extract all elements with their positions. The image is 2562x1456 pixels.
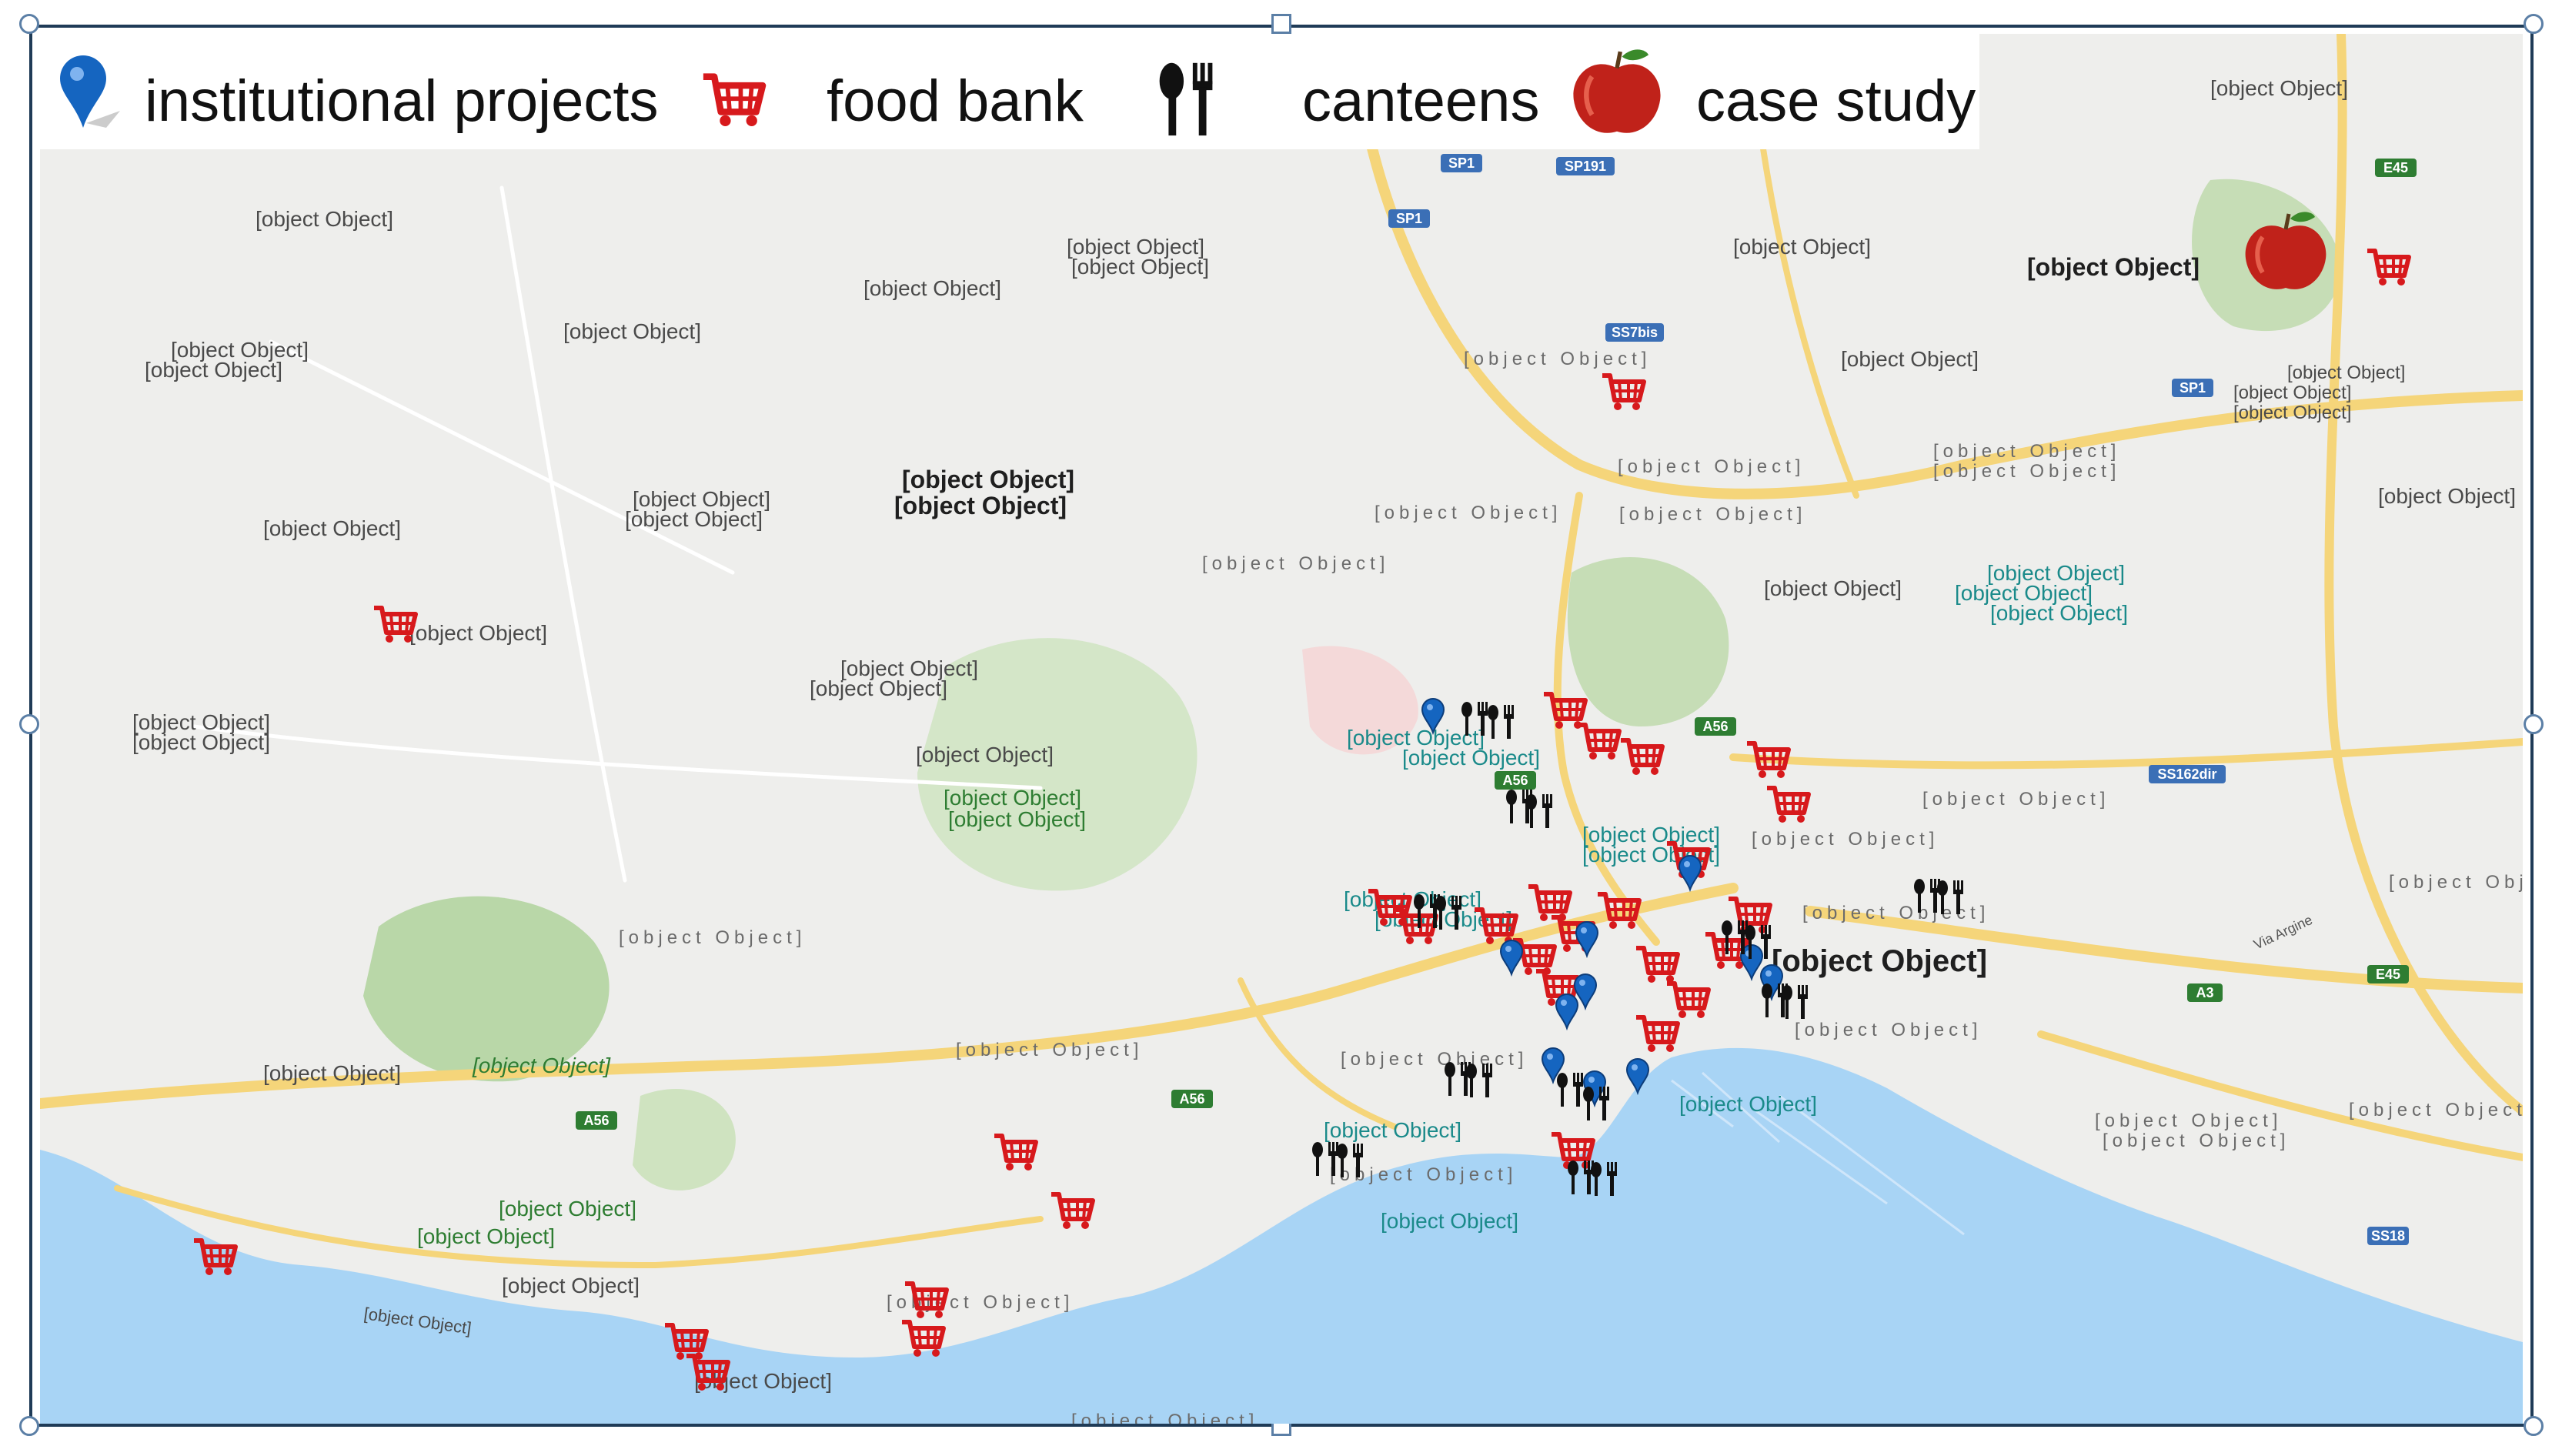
place-label: [object Object] <box>2233 382 2351 403</box>
apple-icon <box>1573 49 1661 133</box>
poi-label: [object Object] <box>1990 601 2128 625</box>
resize-handle-top[interactable] <box>1271 14 1291 34</box>
resize-handle-top-right[interactable] <box>2524 14 2544 34</box>
resize-handle-right[interactable] <box>2524 714 2544 734</box>
district-label: [object Object] <box>956 1040 1143 1060</box>
svg-text:SP191: SP191 <box>1565 159 1606 174</box>
place-label: [object Object] <box>145 358 282 382</box>
resize-handle-left[interactable] <box>19 714 39 734</box>
place-label: [object Object] <box>1071 255 1209 279</box>
place-label: [object Object] <box>502 1274 640 1297</box>
place-label: [object Object] <box>1733 235 1871 259</box>
place-label: [object Object] <box>256 207 393 231</box>
svg-text:A56: A56 <box>1702 719 1728 734</box>
place-label: [object Object] <box>132 730 270 754</box>
place-label: [object Object] <box>863 276 1001 300</box>
park-label: [object Object] <box>948 807 1086 831</box>
district-label: [object Object] <box>2389 872 2523 893</box>
district-label: [object Object] <box>619 927 806 948</box>
district-label: [object Object] <box>2103 1130 2290 1151</box>
resize-handle-bottom-right[interactable] <box>2524 1416 2544 1436</box>
fork-spoon-icon <box>1159 62 1213 136</box>
place-label: [object Object] <box>2287 362 2405 383</box>
poi-label: [object Object] <box>1402 746 1540 770</box>
park-label: [object Object] <box>472 1054 611 1077</box>
road-shield: E45 <box>2375 159 2417 177</box>
place-label: [object Object] <box>894 492 1067 519</box>
svg-text:SP1: SP1 <box>1396 211 1422 226</box>
road-shield: SP1 <box>1441 154 1482 172</box>
legend-label-foodbank: food bank <box>827 68 1084 134</box>
place-label: [object Object] <box>563 319 701 343</box>
district-label: [object Object] <box>2349 1100 2523 1120</box>
place-label: [object Object] <box>1764 576 1902 600</box>
park-label: [object Object] <box>944 786 1081 810</box>
road-shield: SS162dir <box>2149 765 2226 783</box>
poi-label: [object Object] <box>1679 1092 1817 1116</box>
map-pin-icon <box>60 55 120 128</box>
district-label: [object Object] <box>1464 349 1651 369</box>
place-label: [object Object] <box>916 743 1054 766</box>
road-shield: A3 <box>2187 983 2223 1002</box>
district-label: [object Object] <box>1802 903 1989 923</box>
svg-text:A56: A56 <box>583 1113 609 1128</box>
park-label: [object Object] <box>499 1197 636 1221</box>
place-label: [object Object] <box>625 507 763 531</box>
road-shield: SS7bis <box>1605 323 1664 342</box>
district-label: [object Object] <box>1202 553 1389 574</box>
svg-text:A3: A3 <box>2196 985 2213 1000</box>
naples-map: SP1 SP191 SS7bis SP1 SP1 E45 A56 A56 A56… <box>40 34 2523 1424</box>
svg-text:A56: A56 <box>1179 1091 1204 1107</box>
svg-text:SP1: SP1 <box>2180 380 2206 396</box>
road-shield: SP191 <box>1556 157 1615 175</box>
district-label: [object Object] <box>2095 1110 2282 1131</box>
place-label: [object Object] <box>2378 484 2516 508</box>
road-shield: A56 <box>1495 771 1536 790</box>
place-label: [object Object] <box>263 516 401 540</box>
place-label: [object Object] <box>409 621 547 645</box>
legend-label-canteens: canteens <box>1302 68 1540 134</box>
district-label: [object Object] <box>1933 441 2120 462</box>
resize-handle-bottom-left[interactable] <box>19 1416 39 1436</box>
resize-handle-top-left[interactable] <box>19 14 39 34</box>
district-label: [object Object] <box>1922 789 2109 810</box>
poi-label: [object Object] <box>1381 1209 1518 1233</box>
place-label: [object Object] <box>2233 402 2351 423</box>
district-label: [object Object] <box>1071 1411 1258 1424</box>
place-label: [object Object] <box>263 1061 401 1085</box>
poi-label: [object Object] <box>1324 1118 1461 1142</box>
svg-text:SS7bis: SS7bis <box>1612 325 1658 340</box>
district-label: [object Object] <box>1341 1049 1528 1070</box>
road-shield: E45 <box>2367 965 2409 983</box>
place-label: [object Object] <box>1772 944 1987 978</box>
road-shield: A56 <box>1695 717 1736 736</box>
place-label: [object Object] <box>2210 76 2348 100</box>
svg-text:SS18: SS18 <box>2371 1228 2405 1244</box>
district-label: [object Object] <box>1618 456 1805 477</box>
place-label: [object Object] <box>2027 253 2200 281</box>
svg-text:SP1: SP1 <box>1448 155 1475 171</box>
district-label: [object Object] <box>1375 503 1562 523</box>
svg-text:E45: E45 <box>2383 160 2408 175</box>
legend-label-casestudy: case study <box>1696 68 1976 134</box>
road-shield: SP1 <box>1388 209 1430 228</box>
road-shield: A56 <box>1171 1090 1213 1108</box>
district-label: [object Object] <box>1752 829 1939 850</box>
place-label: [object Object] <box>902 466 1074 493</box>
shopping-cart-icon <box>703 73 767 126</box>
svg-text:SS162dir: SS162dir <box>2157 766 2216 782</box>
svg-text:E45: E45 <box>2376 967 2400 982</box>
legend: institutional projects food bank canteen… <box>40 34 1979 149</box>
road-shield: A56 <box>576 1111 617 1130</box>
place-label: [object Object] <box>1841 347 1979 371</box>
district-label: [object Object] <box>1619 504 1806 525</box>
district-label: [object Object] <box>1795 1020 1982 1040</box>
place-label: [object Object] <box>810 676 947 700</box>
road-shield: SP1 <box>2172 379 2213 397</box>
park-label: [object Object] <box>417 1224 555 1248</box>
legend-label-institutional: institutional projects <box>145 68 659 134</box>
svg-text:A56: A56 <box>1502 773 1528 788</box>
road-shield: SS18 <box>2367 1227 2409 1245</box>
district-label: [object Object] <box>1933 461 2120 482</box>
